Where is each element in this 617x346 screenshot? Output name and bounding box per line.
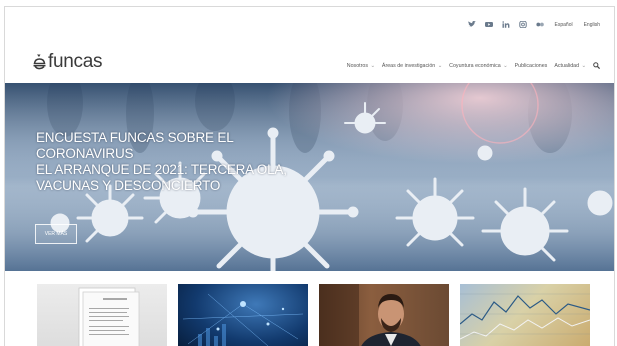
main-nav: Nosotros ⌄ Áreas de investigación ⌄ Coyu… bbox=[347, 62, 600, 69]
logo-mark-icon bbox=[33, 54, 46, 70]
nav-label: Publicaciones bbox=[514, 62, 548, 69]
speaker-video-thumbnail[interactable] bbox=[319, 284, 449, 346]
document-thumbnail[interactable] bbox=[37, 284, 167, 346]
ver-mas-button[interactable]: VER MÁS bbox=[35, 224, 77, 244]
site-logo[interactable]: funcas bbox=[33, 51, 102, 73]
nav-label: Actualidad bbox=[554, 62, 580, 69]
data-network-thumbnail[interactable] bbox=[178, 284, 308, 346]
speaker-image bbox=[319, 284, 421, 346]
chevron-down-icon: ⌄ bbox=[437, 62, 443, 69]
twitter-icon[interactable] bbox=[467, 21, 476, 28]
instagram-icon[interactable] bbox=[518, 21, 527, 28]
network-image bbox=[182, 293, 304, 346]
document-image bbox=[78, 287, 140, 346]
hero-banner[interactable]: ENCUESTA FUNCAS SOBRE EL CORONAVIRUS EL … bbox=[5, 83, 614, 271]
chevron-down-icon: ⌄ bbox=[503, 62, 508, 69]
hero-title-line: EL ARRANQUE DE 2021: TERCERA OLA, bbox=[36, 162, 287, 177]
financial-chart-image bbox=[460, 293, 590, 340]
nav-label: Áreas de investigación bbox=[381, 62, 436, 69]
chevron-down-icon: ⌄ bbox=[370, 62, 375, 69]
logo-text: funcas bbox=[48, 51, 103, 72]
hero-title-line: VACUNAS Y DESCONCIERTO bbox=[36, 178, 221, 193]
nav-item-areas[interactable]: Áreas de investigación ⌄ bbox=[382, 63, 442, 69]
chevron-down-icon: ⌄ bbox=[581, 62, 586, 69]
financial-chart-thumbnail[interactable] bbox=[460, 284, 590, 346]
hero-title-line: ENCUESTA FUNCAS SOBRE EL bbox=[36, 130, 234, 145]
youtube-icon[interactable] bbox=[484, 21, 493, 28]
nav-item-actualidad[interactable]: Actualidad ⌄ bbox=[554, 63, 586, 69]
language-es-link[interactable]: Español bbox=[555, 22, 573, 28]
utility-bar: Español English bbox=[467, 21, 600, 28]
nav-label: Coyuntura económica bbox=[449, 62, 501, 69]
nav-item-coyuntura[interactable]: Coyuntura económica ⌄ bbox=[449, 63, 507, 69]
flickr-icon[interactable] bbox=[535, 21, 544, 28]
search-icon[interactable] bbox=[593, 62, 600, 69]
nav-item-nosotros[interactable]: Nosotros ⌄ bbox=[347, 63, 375, 69]
language-en-link[interactable]: English bbox=[584, 22, 600, 28]
linkedin-icon[interactable] bbox=[501, 21, 510, 28]
nav-label: Nosotros bbox=[346, 62, 368, 69]
hero-title-line: CORONAVIRUS bbox=[36, 146, 134, 161]
featured-thumbnails bbox=[37, 284, 590, 346]
nav-item-publicaciones[interactable]: Publicaciones bbox=[515, 63, 548, 69]
hero-title: ENCUESTA FUNCAS SOBRE EL CORONAVIRUS EL … bbox=[36, 130, 336, 194]
browser-page: Español English funcas Nosotros ⌄ Áreas … bbox=[4, 6, 615, 346]
